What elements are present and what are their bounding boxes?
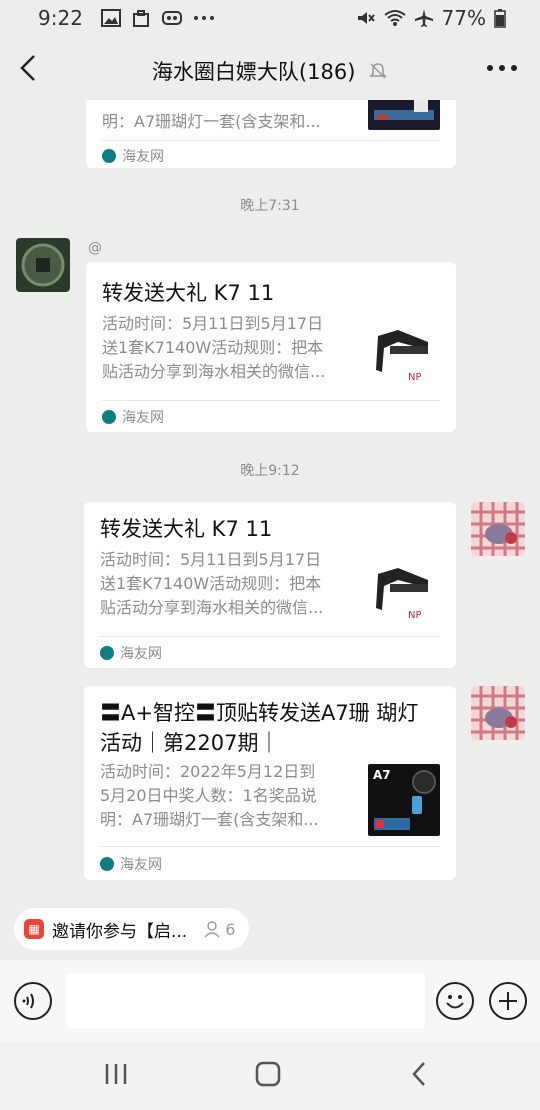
thumbnail-label: A7 (373, 768, 391, 782)
card-title: 转发送大礼 K7 11 (100, 517, 273, 541)
more-notifications-icon (193, 14, 215, 22)
message-input[interactable] (66, 973, 425, 1028)
emoji-button[interactable] (436, 982, 474, 1020)
card-description-line: 贴活动分享到海水相关的微信... (102, 362, 326, 381)
sender-name: @ (88, 240, 102, 256)
mute-status-icon (356, 9, 376, 27)
game-icon (161, 9, 183, 27)
card-title-line: 活动｜第2207期｜ (100, 731, 280, 755)
link-card[interactable]: 转发送大礼 K7 11 活动时间：5月11日到5月17日 送1套K7140W活动… (84, 502, 456, 668)
chat-area[interactable]: 明：A7珊瑚灯一套(含支架和... 海友网 晚上7:31 @ 转发送大礼 K7 … (0, 100, 540, 896)
message-timestamp: 晚上7:31 (240, 198, 300, 214)
source-name: 海友网 (122, 410, 164, 426)
battery-percent: 77% (441, 6, 486, 30)
message-timestamp: 晚上9:12 (240, 463, 300, 479)
card-description-line: 活动时间：5月11日到5月17日 (100, 550, 322, 569)
more-actions-button[interactable] (489, 982, 527, 1020)
card-source: 海友网 (102, 407, 164, 427)
source-logo-icon (100, 857, 114, 871)
avatar[interactable] (471, 686, 525, 740)
card-description-line: 活动时间：2022年5月12日到 (100, 762, 316, 781)
card-title-line: 〓A+智控〓顶贴转发送A7珊 瑚灯 (100, 701, 419, 725)
airplane-icon (414, 8, 434, 28)
source-logo-icon (100, 646, 114, 660)
card-thumbnail: A7 (368, 764, 440, 836)
voice-input-button[interactable] (14, 982, 52, 1020)
recent-apps-button[interactable] (104, 1062, 128, 1090)
clipboard-icon (131, 9, 151, 27)
avatar[interactable] (471, 502, 525, 556)
muted-bell-icon (368, 61, 388, 86)
status-bar: 9:22 77% (0, 0, 540, 36)
group-name: 海水圈白嫖大队(186) (151, 60, 356, 84)
card-description-line: 明：A7珊瑚灯一套(含支架和... (100, 810, 319, 829)
source-name: 海友网 (120, 857, 162, 873)
more-button[interactable] (486, 56, 518, 80)
card-description: 明：A7珊瑚灯一套(含支架和... (102, 112, 321, 131)
person-icon (204, 921, 220, 938)
nav-back-button[interactable] (408, 1060, 432, 1092)
svg-text:NP: NP (408, 610, 422, 621)
link-card[interactable]: 明：A7珊瑚灯一套(含支架和... 海友网 (86, 100, 456, 168)
card-source: 海友网 (100, 854, 162, 874)
avatar[interactable] (16, 238, 70, 292)
source-name: 海友网 (122, 149, 164, 165)
card-title: 转发送大礼 K7 11 (102, 281, 275, 305)
system-nav-bar (0, 1042, 540, 1110)
source-logo-icon (102, 149, 116, 163)
card-thumbnail: NP (368, 320, 440, 392)
invite-count: 6 (225, 919, 236, 939)
card-description-line: 贴活动分享到海水相关的微信... (100, 598, 324, 617)
chat-title: 海水圈白嫖大队(186) (0, 56, 540, 86)
card-source: 海友网 (100, 643, 162, 663)
svg-text:NP: NP (408, 372, 422, 383)
card-description-line: 活动时间：5月11日到5月17日 (102, 314, 324, 333)
invite-icon: ▦ (24, 919, 44, 939)
card-thumbnail: NP (368, 558, 440, 630)
link-card[interactable]: 转发送大礼 K7 11 活动时间：5月11日到5月17日 送1套K7140W活动… (86, 262, 456, 432)
card-source: 海友网 (102, 146, 164, 166)
wifi-icon (383, 9, 406, 27)
status-time: 9:22 (38, 6, 83, 30)
invite-chip[interactable]: ▦ 邀请你参与【启... 6 (14, 908, 250, 950)
card-description-line: 5月20日中奖人数：1名奖品说 (100, 786, 317, 805)
source-logo-icon (102, 410, 116, 424)
chat-header: 海水圈白嫖大队(186) (0, 36, 540, 100)
invite-text: 邀请你参与【启... (52, 921, 188, 942)
home-button[interactable] (254, 1060, 282, 1092)
battery-icon (494, 8, 506, 28)
input-bar (0, 960, 540, 1042)
source-name: 海友网 (120, 646, 162, 662)
card-thumbnail (368, 100, 440, 130)
gallery-icon (100, 9, 121, 27)
card-description-line: 送1套K7140W活动规则：把本 (100, 574, 322, 593)
link-card[interactable]: 〓A+智控〓顶贴转发送A7珊 瑚灯 活动｜第2207期｜ 活动时间：2022年5… (84, 686, 456, 880)
card-description-line: 送1套K7140W活动规则：把本 (102, 338, 324, 357)
